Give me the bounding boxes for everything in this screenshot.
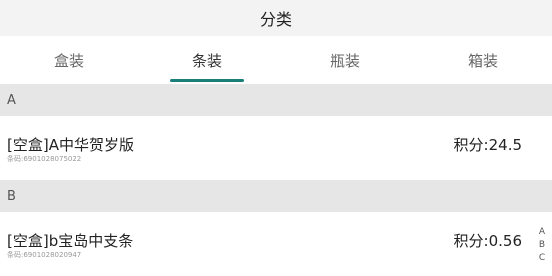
tab-bottle[interactable]: 瓶装 (276, 36, 414, 84)
product-list: A [空盒]A中华贺岁版 条码:6901028075022 积分:24.5 B … (0, 84, 552, 276)
index-letter-c[interactable]: C (539, 252, 545, 265)
section-header-a: A (0, 84, 552, 116)
index-letter-a[interactable]: A (539, 226, 545, 239)
item-name: [空盒]b宝岛中支条 (7, 232, 134, 250)
section-letter: B (7, 188, 16, 204)
item-points: 积分:0.56 (453, 232, 522, 250)
active-tab-indicator (170, 79, 244, 82)
list-item[interactable]: [空盒]b宝岛中支条 条码:6901028020947 积分:0.56 (0, 212, 552, 276)
index-letter-b[interactable]: B (539, 239, 545, 252)
tab-box[interactable]: 盒装 (0, 36, 138, 84)
tab-label: 盒装 (53, 51, 84, 70)
tab-label: 瓶装 (329, 51, 360, 70)
list-item[interactable]: [空盒]A中华贺岁版 条码:6901028075022 积分:24.5 (0, 116, 552, 180)
item-name: [空盒]A中华贺岁版 (7, 136, 134, 154)
page-header: 分类 (0, 0, 552, 36)
tab-label: 箱装 (467, 51, 498, 70)
page-title: 分类 (259, 10, 292, 29)
section-letter: A (7, 92, 16, 108)
tab-carton[interactable]: 条装 (138, 36, 276, 84)
package-type-tabs: 盒装 条装 瓶装 箱装 (0, 36, 552, 84)
tab-case[interactable]: 箱装 (414, 36, 552, 84)
item-points: 积分:24.5 (453, 136, 522, 154)
item-barcode: 条码:6901028020947 (7, 251, 82, 259)
tab-label: 条装 (191, 51, 222, 70)
item-barcode: 条码:6901028075022 (7, 155, 82, 163)
section-header-b: B (0, 180, 552, 212)
alphabet-index-bar: A B C (537, 226, 547, 265)
